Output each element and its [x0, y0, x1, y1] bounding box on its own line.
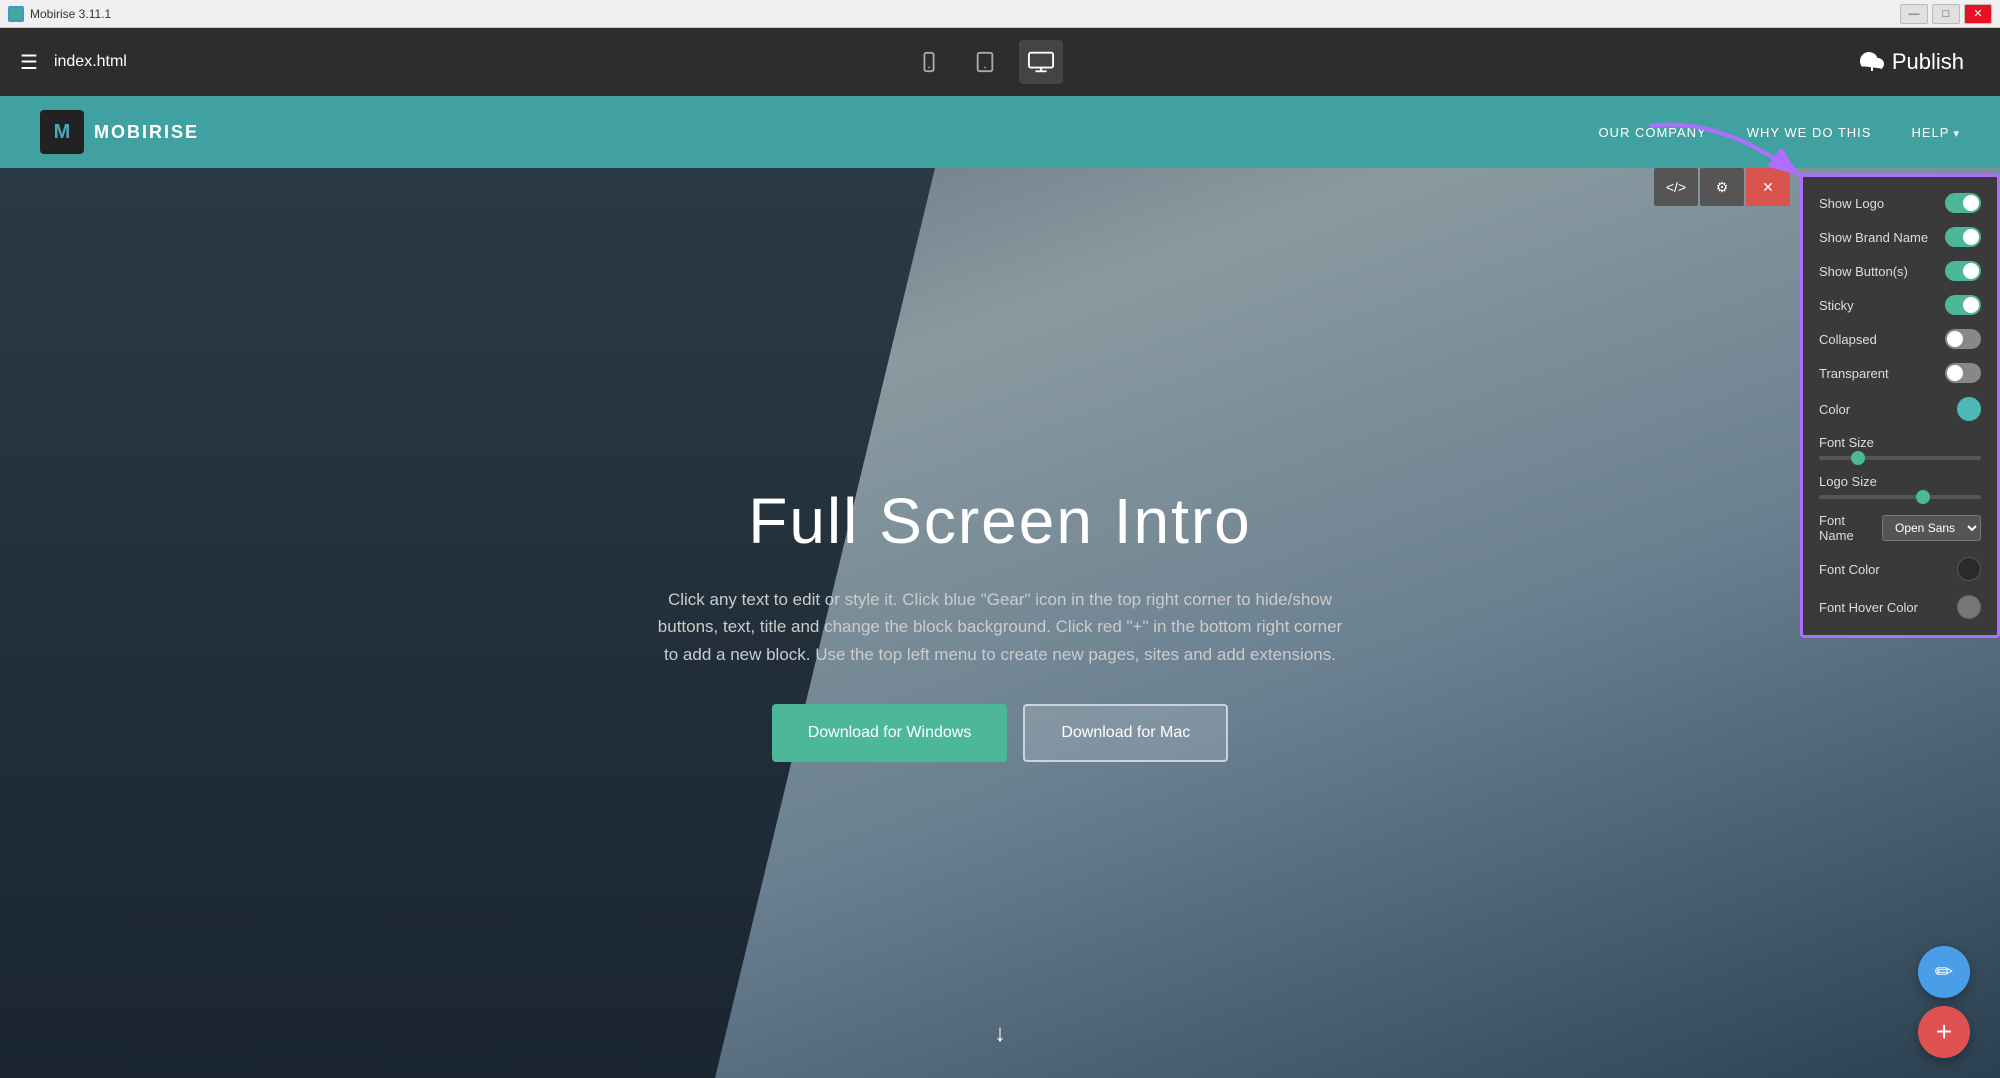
settings-panel: Show Logo Show Brand Name Show Button(s)… — [1800, 174, 2000, 638]
logo-size-label: Logo Size — [1819, 474, 1981, 489]
hero-content: Full Screen Intro Click any text to edit… — [650, 484, 1350, 762]
logo-size-slider[interactable] — [1819, 495, 1981, 499]
publish-button[interactable]: Publish — [1844, 41, 1980, 83]
edit-fab-button[interactable]: ✏ — [1918, 946, 1970, 998]
download-mac-button[interactable]: Download for Mac — [1023, 704, 1228, 762]
file-name: index.html — [54, 53, 127, 71]
font-hover-color-label: Font Hover Color — [1819, 600, 1918, 615]
main-content: M MOBIRISE OUR COMPANY WHY WE DO THIS HE… — [0, 96, 2000, 1078]
font-color-row: Font Color — [1819, 557, 1981, 581]
font-name-row: Font Name Open Sans Roboto Lato Montserr… — [1819, 513, 1981, 543]
edit-icon: ✏ — [1935, 959, 1953, 985]
delete-block-button[interactable]: ✕ — [1746, 168, 1790, 206]
color-row: Color — [1819, 397, 1981, 421]
scroll-down-indicator: ↓ — [994, 1020, 1006, 1048]
add-icon: + — [1936, 1016, 1952, 1048]
app-toolbar: ☰ index.html Publish — [0, 28, 2000, 96]
toolbar-right: Publish — [1844, 41, 1980, 83]
hero-title[interactable]: Full Screen Intro — [748, 484, 1252, 558]
site-logo-area: M MOBIRISE — [40, 110, 199, 154]
close-button[interactable]: ✕ — [1964, 4, 1992, 24]
font-size-slider[interactable] — [1819, 456, 1981, 460]
collapsed-row: Collapsed — [1819, 329, 1981, 349]
show-logo-toggle[interactable] — [1945, 193, 1981, 213]
show-logo-label: Show Logo — [1819, 196, 1884, 211]
transparent-row: Transparent — [1819, 363, 1981, 383]
hero-buttons: Download for Windows Download for Mac — [772, 704, 1229, 762]
show-brand-name-toggle[interactable] — [1945, 227, 1981, 247]
maximize-button[interactable]: □ — [1932, 4, 1960, 24]
website-preview: M MOBIRISE OUR COMPANY WHY WE DO THIS HE… — [0, 96, 2000, 1078]
nav-link-why[interactable]: WHY WE DO THIS — [1747, 125, 1872, 140]
hamburger-icon[interactable]: ☰ — [20, 50, 38, 75]
site-logo-text: M — [54, 121, 71, 144]
logo-size-row: Logo Size — [1819, 474, 1981, 499]
nav-link-company[interactable]: OUR COMPANY — [1598, 125, 1706, 140]
hero-subtitle[interactable]: Click any text to edit or style it. Clic… — [650, 586, 1350, 668]
collapsed-toggle[interactable] — [1945, 329, 1981, 349]
font-color-label: Font Color — [1819, 562, 1880, 577]
app-title: Mobirise 3.11.1 — [30, 7, 111, 21]
add-block-fab-button[interactable]: + — [1918, 1006, 1970, 1058]
block-toolbar: </> ⚙ ✕ — [1654, 168, 1790, 206]
device-switcher — [907, 40, 1063, 84]
app-icon — [8, 6, 24, 22]
sticky-toggle[interactable] — [1945, 295, 1981, 315]
font-size-label: Font Size — [1819, 435, 1981, 450]
font-name-select[interactable]: Open Sans Roboto Lato Montserrat — [1882, 515, 1981, 541]
nav-link-help[interactable]: HELP — [1911, 125, 1960, 140]
title-bar: Mobirise 3.11.1 — □ ✕ — [0, 0, 2000, 28]
transparent-toggle[interactable] — [1945, 363, 1981, 383]
mobile-view-button[interactable] — [907, 40, 951, 84]
font-color-swatch[interactable] — [1957, 557, 1981, 581]
download-windows-button[interactable]: Download for Windows — [772, 704, 1008, 762]
hero-section: Full Screen Intro Click any text to edit… — [0, 168, 2000, 1078]
show-buttons-toggle[interactable] — [1945, 261, 1981, 281]
font-size-thumb[interactable] — [1851, 451, 1865, 465]
publish-icon — [1860, 50, 1884, 74]
tablet-view-button[interactable] — [963, 40, 1007, 84]
site-navbar: M MOBIRISE OUR COMPANY WHY WE DO THIS HE… — [0, 96, 2000, 168]
show-brand-name-row: Show Brand Name — [1819, 227, 1981, 247]
font-name-label: Font Name — [1819, 513, 1882, 543]
show-logo-row: Show Logo — [1819, 193, 1981, 213]
minimize-button[interactable]: — — [1900, 4, 1928, 24]
font-hover-color-row: Font Hover Color — [1819, 595, 1981, 619]
publish-label: Publish — [1892, 49, 1964, 75]
site-brand-name: MOBIRISE — [94, 122, 199, 143]
site-nav-links: OUR COMPANY WHY WE DO THIS HELP — [1598, 125, 1960, 140]
toolbar-left: ☰ index.html — [20, 50, 127, 75]
code-editor-button[interactable]: </> — [1654, 168, 1698, 206]
settings-button[interactable]: ⚙ — [1700, 168, 1744, 206]
sticky-label: Sticky — [1819, 298, 1854, 313]
collapsed-label: Collapsed — [1819, 332, 1877, 347]
color-swatch[interactable] — [1957, 397, 1981, 421]
desktop-view-button[interactable] — [1019, 40, 1063, 84]
show-buttons-row: Show Button(s) — [1819, 261, 1981, 281]
font-hover-color-swatch[interactable] — [1957, 595, 1981, 619]
site-logo: M — [40, 110, 84, 154]
logo-size-thumb[interactable] — [1916, 490, 1930, 504]
transparent-label: Transparent — [1819, 366, 1889, 381]
font-size-row: Font Size — [1819, 435, 1981, 460]
title-bar-left: Mobirise 3.11.1 — [8, 6, 111, 22]
color-label: Color — [1819, 402, 1850, 417]
show-buttons-label: Show Button(s) — [1819, 264, 1908, 279]
show-brand-name-label: Show Brand Name — [1819, 230, 1928, 245]
title-bar-controls[interactable]: — □ ✕ — [1900, 4, 1992, 24]
sticky-row: Sticky — [1819, 295, 1981, 315]
